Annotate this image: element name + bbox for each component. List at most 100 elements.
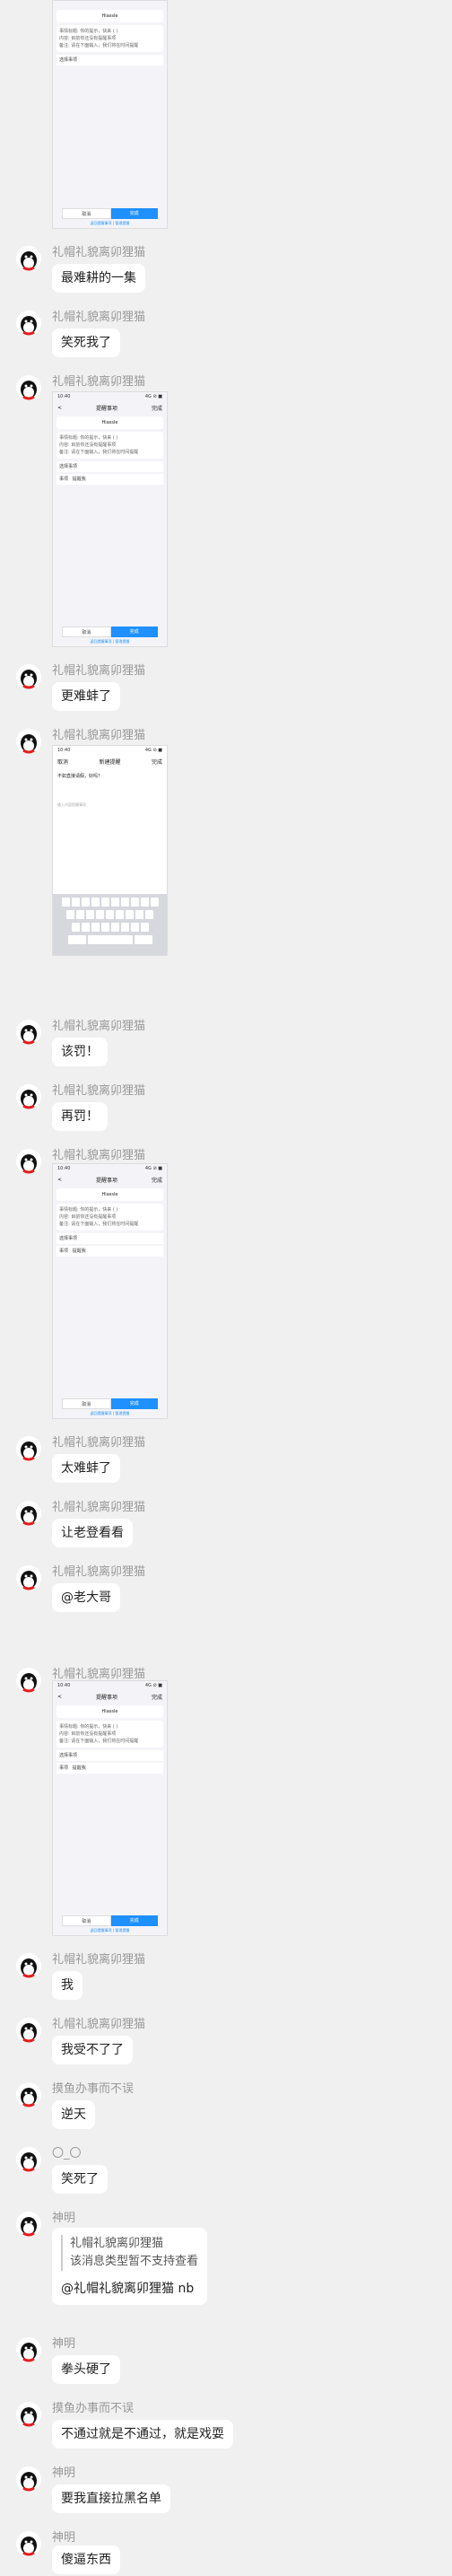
- card-line: 备注: 请在下面输入，我们将在时间提醒: [59, 1739, 139, 1744]
- sender-name: 礼帽礼貌离卯狸猫: [52, 729, 146, 742]
- screenshot-image[interactable]: 10:40 4G ⊘ ■ < 提醒事项 完成 Hiassle 事情标题: 你的提示，快…: [52, 1680, 168, 1936]
- cancel-button: 取消: [62, 1398, 111, 1409]
- quoted-sender: 礼帽礼貌离卯狸猫: [70, 2237, 164, 2250]
- message-bubble[interactable]: 拳头硬了: [52, 2355, 120, 2384]
- card-line: 事情标题: 你的提示，快来 ( ): [59, 1724, 118, 1730]
- sender-name: 礼帽礼貌离卯狸猫: [52, 1084, 146, 1098]
- status-bar: 10:40 4G ⊘ ■: [53, 1164, 167, 1173]
- message-bubble[interactable]: 让老登看看: [52, 1519, 133, 1547]
- message-bubble[interactable]: 最难耕的一集: [52, 264, 145, 293]
- status-time: 10:40: [57, 1683, 71, 1688]
- message-bubble[interactable]: 傻逼东西: [52, 2545, 120, 2574]
- avatar[interactable]: [16, 1953, 41, 1978]
- sender-name: 礼帽礼貌离卯狸猫: [52, 1149, 146, 1162]
- nav-title: 提醒事项: [96, 1177, 118, 1184]
- nav-title: 提醒事项: [96, 405, 118, 412]
- row: 选择事项: [56, 55, 163, 66]
- avatar[interactable]: [16, 1020, 41, 1045]
- message-bubble[interactable]: 更难蚌了: [52, 682, 120, 711]
- row: 事项 提醒我: [56, 1246, 163, 1257]
- avatar[interactable]: [16, 1149, 41, 1174]
- keyboard: [53, 894, 167, 955]
- sender-name: 神明: [52, 2531, 76, 2545]
- button-row: 取消 完成: [62, 1915, 158, 1926]
- row-label: 事项: [59, 1249, 69, 1254]
- sender-name: 礼帽礼貌离卯狸猫: [52, 1501, 146, 1514]
- row-label: 事项: [59, 1766, 69, 1771]
- avatar[interactable]: [16, 1668, 41, 1693]
- sender-name: 礼帽礼貌离卯狸猫: [52, 2018, 146, 2031]
- avatar[interactable]: [16, 1084, 41, 1109]
- status-icons: 4G ⊘ ■: [144, 1683, 162, 1688]
- card-line: 备注: 请在下面输入，我们将在时间提醒: [59, 43, 139, 48]
- card-title: Hiassle: [101, 13, 118, 19]
- sender-name: 礼帽礼貌离卯狸猫: [52, 1436, 146, 1450]
- avatar[interactable]: [16, 2147, 41, 2172]
- card-line: 内容: 目前你还没有提醒事项: [59, 1731, 117, 1737]
- sender-name: 〇_〇: [52, 2147, 82, 2160]
- card-line: 备注: 请在下面输入，我们将在时间提醒: [59, 450, 139, 455]
- avatar[interactable]: [16, 1501, 41, 1526]
- avatar[interactable]: [16, 2402, 41, 2427]
- card-line: 内容: 目前你还没有提醒事项: [59, 36, 117, 41]
- nav-bar: < 提醒事项 完成: [53, 401, 167, 414]
- message-bubble[interactable]: 要我直接拉黑名单: [52, 2484, 170, 2513]
- footer-link: 返回提醒事项 | 管理提醒: [90, 1411, 130, 1415]
- message-bubble[interactable]: 太难蚌了: [52, 1454, 120, 1483]
- status-icons: 4G ⊘ ■: [144, 394, 162, 399]
- row: 选择事项: [56, 461, 163, 472]
- message-bubble[interactable]: 我受不了了: [52, 2036, 133, 2064]
- row-value: 提醒我: [72, 1249, 86, 1254]
- avatar[interactable]: [16, 2466, 41, 2492]
- button-row: 取消 完成: [62, 208, 158, 219]
- row: 事项 提醒我: [56, 1763, 163, 1774]
- screenshot-image[interactable]: 10:40 4G ⊘ ■ 取消 新建提醒 完成 不如直接请假，好吗？ 输入内容提醒事项: [52, 745, 168, 956]
- message-bubble[interactable]: 礼帽礼貌离卯狸猫 该消息类型暂不支持查看 @礼帽礼貌离卯狸猫 nb: [52, 2228, 208, 2305]
- status-time: 10:40: [57, 748, 71, 753]
- avatar[interactable]: [16, 1436, 41, 1461]
- cancel-button: 取消: [62, 1915, 111, 1926]
- avatar[interactable]: [16, 311, 41, 336]
- avatar[interactable]: [16, 1565, 41, 1590]
- avatar[interactable]: [16, 246, 41, 271]
- avatar[interactable]: [16, 2337, 41, 2362]
- status-icons: 4G ⊘ ■: [144, 1166, 162, 1171]
- screenshot-image[interactable]: Hiassle 事情标题: 你的提示，快来 ( ) 内容: 目前你还没有提醒事项…: [52, 0, 168, 229]
- screenshot-image[interactable]: 10:40 4G ⊘ ■ < 提醒事项 完成 Hiassle 事情标题: 你的提示，快…: [52, 391, 168, 647]
- sender-name: 摸鱼办事而不误: [52, 2082, 135, 2096]
- message-bubble[interactable]: 不通过就是不通过，就是戏耍: [52, 2420, 233, 2449]
- sender-name: 摸鱼办事而不误: [52, 2402, 135, 2415]
- avatar[interactable]: [16, 2018, 41, 2043]
- card-title: Hiassle: [101, 420, 118, 425]
- message-bubble[interactable]: 笑死我了: [52, 329, 120, 357]
- message-bubble[interactable]: @老大哥: [52, 1583, 120, 1612]
- sender-name: 礼帽礼貌离卯狸猫: [52, 1565, 146, 1579]
- avatar[interactable]: [16, 2212, 41, 2237]
- sender-name: 礼帽礼貌离卯狸猫: [52, 1668, 146, 1681]
- status-bar: 10:40 4G ⊘ ■: [53, 392, 167, 401]
- avatar[interactable]: [16, 2531, 41, 2556]
- message-bubble[interactable]: 我: [52, 1971, 83, 2000]
- card: Hiassle: [56, 1705, 163, 1718]
- screenshot-image[interactable]: 10:40 4G ⊘ ■ < 提醒事项 完成 Hiassle 事情标题: 你的提示，快…: [52, 1163, 168, 1419]
- sender-name: 神明: [52, 2212, 76, 2225]
- ok-button: 完成: [110, 1398, 158, 1409]
- row-label: 事项: [59, 477, 69, 482]
- avatar[interactable]: [16, 729, 41, 754]
- nav-bar: < 提醒事项 完成: [53, 1690, 167, 1703]
- button-row: 取消 完成: [62, 1398, 158, 1409]
- quoted-message[interactable]: 礼帽礼貌离卯狸猫 该消息类型暂不支持查看: [61, 2235, 198, 2271]
- message-bubble[interactable]: 笑死了: [52, 2165, 108, 2194]
- avatar[interactable]: [16, 2082, 41, 2107]
- sender-name: 礼帽礼貌离卯狸猫: [52, 246, 146, 259]
- message-bubble[interactable]: 该罚！: [52, 1038, 108, 1066]
- avatar[interactable]: [16, 664, 41, 689]
- card-line: 内容: 目前你还没有提醒事项: [59, 1214, 117, 1220]
- avatar[interactable]: [16, 375, 41, 400]
- button-row: 取消 完成: [62, 626, 158, 637]
- message-bubble[interactable]: 逆天: [52, 2100, 95, 2129]
- footer-link: 返回提醒事项 | 管理提醒: [90, 221, 130, 225]
- cancel-button: 取消: [62, 626, 111, 637]
- message-bubble[interactable]: 再罚！: [52, 1102, 108, 1131]
- card: Hiassle: [56, 10, 163, 22]
